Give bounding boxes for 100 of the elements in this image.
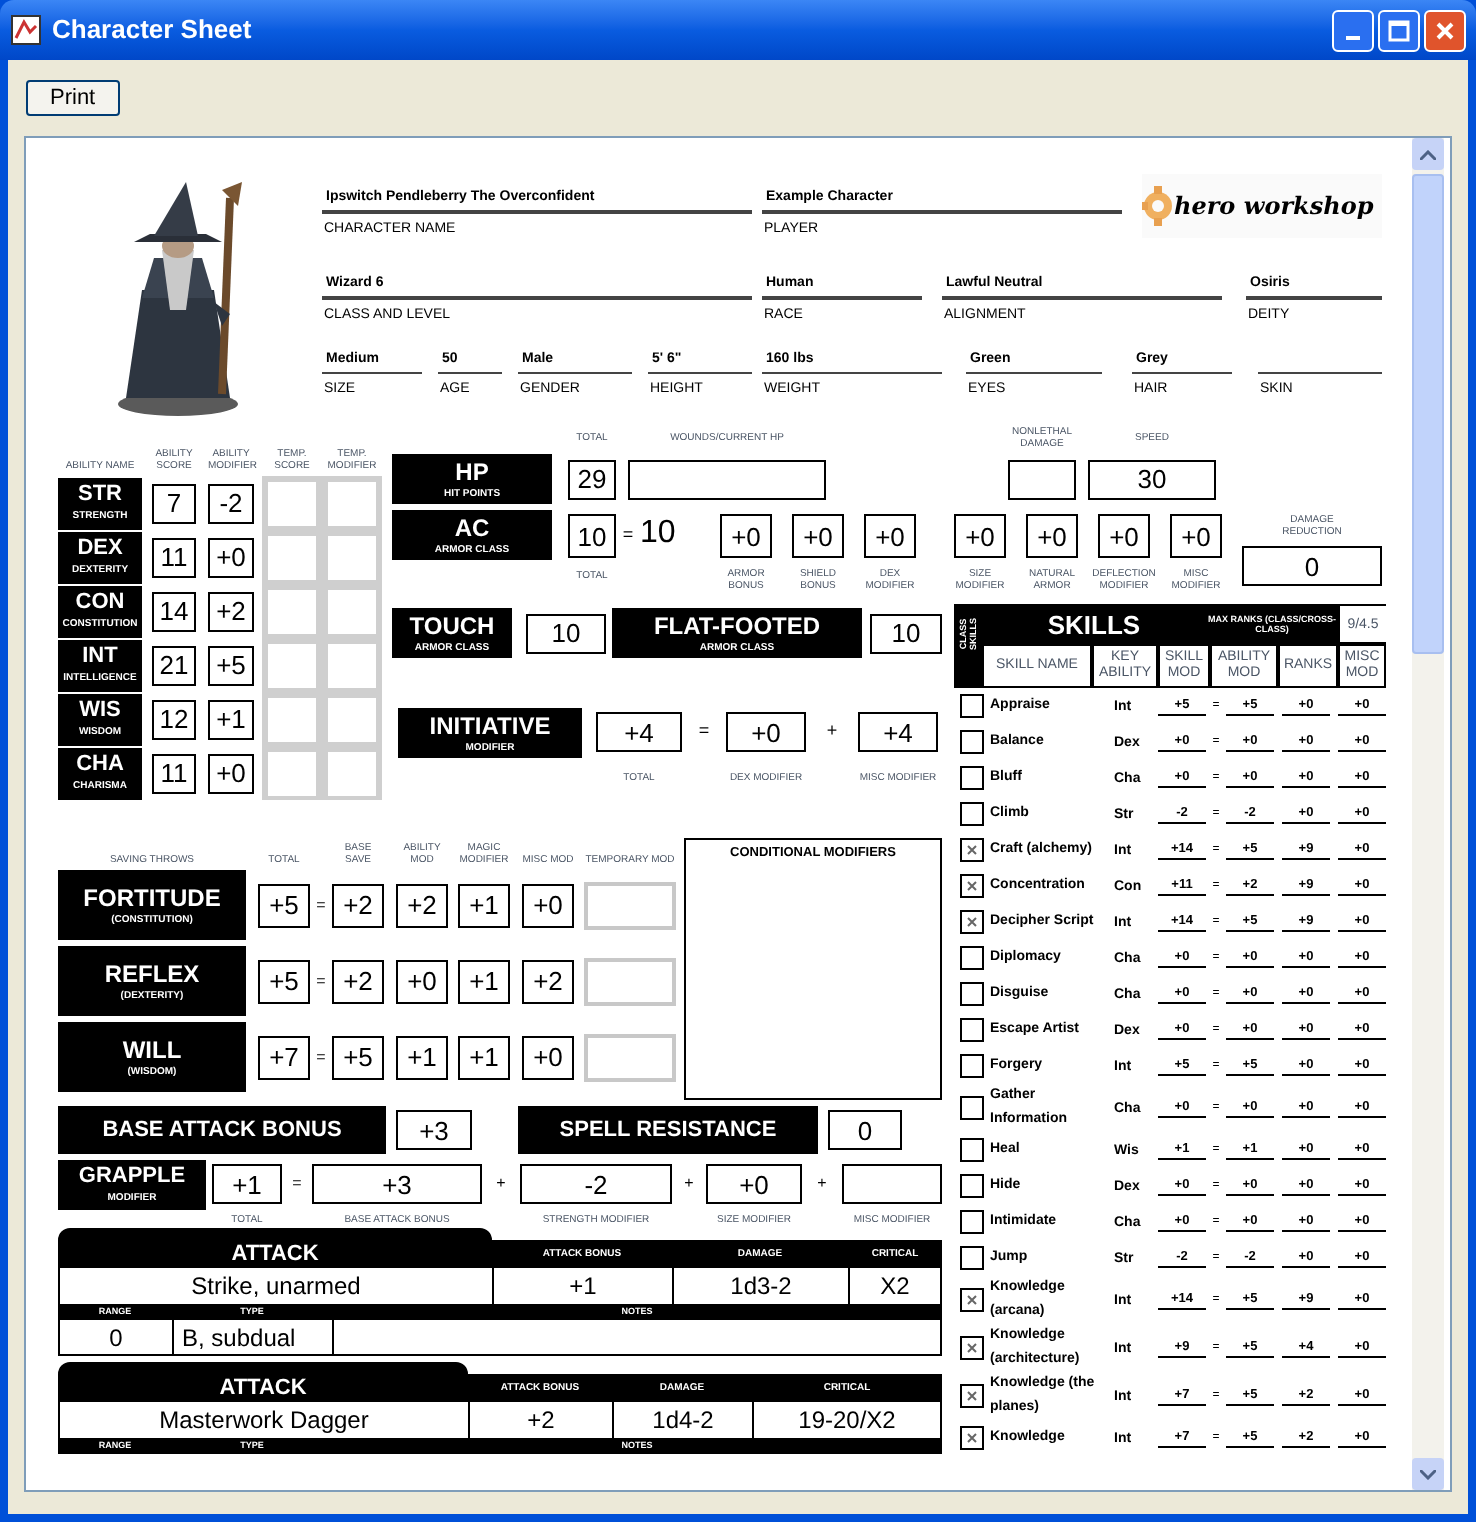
minimize-icon	[1346, 36, 1360, 40]
value-box: 10	[870, 613, 942, 653]
scroll-up-button[interactable]	[1412, 138, 1444, 170]
equals-sign: =	[314, 1049, 328, 1065]
temp-score-field[interactable]	[268, 643, 316, 687]
temporary-mod-field[interactable]	[584, 1033, 676, 1081]
label-text: STR	[78, 484, 122, 506]
scroll-down-button[interactable]	[1412, 1458, 1444, 1490]
value-box: +1	[396, 1035, 448, 1079]
temp-score-field[interactable]	[268, 751, 316, 795]
temp-modifier-field[interactable]	[328, 697, 376, 741]
checkbox[interactable]	[960, 1288, 984, 1312]
checkbox[interactable]	[960, 1384, 984, 1408]
checkbox[interactable]	[960, 1426, 984, 1450]
value-box: +2	[396, 883, 448, 927]
value-box: +3	[396, 1110, 472, 1150]
value-box: +4	[858, 712, 938, 752]
value-box: +0	[726, 712, 806, 752]
temporary-mod-field[interactable]	[584, 881, 676, 929]
operator-sign: =	[696, 722, 712, 740]
equals-sign: =	[314, 973, 328, 989]
maximize-icon	[1388, 19, 1410, 41]
label-text: GRAPPLE	[78, 1166, 186, 1188]
checkbox[interactable]	[960, 766, 984, 790]
checkbox[interactable]	[960, 1246, 984, 1270]
value-box: +1	[208, 699, 254, 739]
checkbox[interactable]	[960, 694, 984, 718]
x-mark-icon	[966, 844, 978, 856]
value-box: 11	[152, 753, 196, 793]
checkbox[interactable]	[960, 730, 984, 754]
label-text: INT	[82, 646, 118, 668]
checkbox[interactable]	[960, 1210, 984, 1234]
value-box: 0	[1242, 546, 1382, 586]
checkbox[interactable]	[960, 1174, 984, 1198]
temp-modifier-field[interactable]	[328, 481, 376, 525]
checkbox[interactable]	[960, 910, 984, 934]
window-title: Character Sheet	[52, 12, 254, 49]
value-box: +5	[208, 645, 254, 685]
checkbox[interactable]	[960, 1018, 984, 1042]
operator-sign: +	[494, 1176, 508, 1192]
x-mark-icon	[966, 1342, 978, 1354]
value-box: +5	[332, 1035, 384, 1079]
x-mark-icon	[966, 1390, 978, 1402]
close-icon	[1434, 19, 1456, 41]
checkbox[interactable]	[960, 1138, 984, 1162]
label-text: INITIATIVE	[429, 713, 551, 737]
value-box: 21	[152, 645, 196, 685]
temp-modifier-field[interactable]	[328, 643, 376, 687]
value-box: +0	[522, 1035, 574, 1079]
value-box: -2	[520, 1164, 672, 1204]
equals-sign: =	[620, 526, 636, 544]
value-box: +1	[458, 883, 510, 927]
value-box: 10	[568, 514, 616, 558]
checkbox[interactable]	[960, 982, 984, 1006]
label-text: CHA	[76, 754, 124, 776]
value-box: +7	[258, 1035, 310, 1079]
temporary-mod-field[interactable]	[584, 957, 676, 1005]
value-box: -2	[208, 483, 254, 523]
minimize-button[interactable]	[1332, 9, 1374, 51]
label-text: TOUCH	[409, 613, 495, 637]
print-button[interactable]: Print	[26, 80, 120, 116]
checkbox[interactable]	[960, 874, 984, 898]
temp-modifier-field[interactable]	[328, 589, 376, 633]
value-box: +1	[212, 1164, 282, 1204]
operator-sign: =	[290, 1176, 304, 1192]
checkbox[interactable]	[960, 1096, 984, 1120]
value-box: 12	[152, 699, 196, 739]
nonlethal-field[interactable]	[1008, 459, 1076, 499]
temp-modifier-field[interactable]	[328, 751, 376, 795]
ac-base-value: 10	[640, 518, 678, 550]
attack-title: ATTACK	[229, 1243, 321, 1265]
value-box: +0	[720, 514, 772, 558]
value-box: 30	[1088, 459, 1216, 499]
label-text: SPELL RESISTANCE	[559, 1119, 777, 1141]
temp-modifier-field[interactable]	[328, 535, 376, 579]
close-button[interactable]	[1424, 9, 1466, 51]
temp-score-field[interactable]	[268, 535, 316, 579]
checkbox[interactable]	[960, 1054, 984, 1078]
skills-title: SKILLS	[1045, 611, 1143, 637]
value-box: +1	[458, 1035, 510, 1079]
checkbox[interactable]	[960, 802, 984, 826]
logo-text: hero workshop	[1174, 194, 1374, 218]
temp-score-field[interactable]	[268, 697, 316, 741]
value-box: +2	[332, 883, 384, 927]
checkbox[interactable]	[960, 1336, 984, 1360]
value-box: 29	[568, 459, 616, 499]
checkbox[interactable]	[960, 838, 984, 862]
value-box: +0	[396, 959, 448, 1003]
label-text: FORTITUDE	[83, 885, 221, 909]
maximize-button[interactable]	[1378, 9, 1420, 51]
checkbox[interactable]	[960, 946, 984, 970]
value-box: +3	[312, 1164, 482, 1204]
equals-sign: =	[314, 897, 328, 913]
temp-score-field[interactable]	[268, 481, 316, 525]
wounds-field[interactable]	[628, 459, 826, 499]
temp-score-field[interactable]	[268, 589, 316, 633]
misc-modifier-field[interactable]	[842, 1164, 942, 1204]
value-box: +0	[522, 883, 574, 927]
label-text: HP	[455, 459, 489, 483]
scrollbar-thumb[interactable]	[1412, 174, 1444, 654]
